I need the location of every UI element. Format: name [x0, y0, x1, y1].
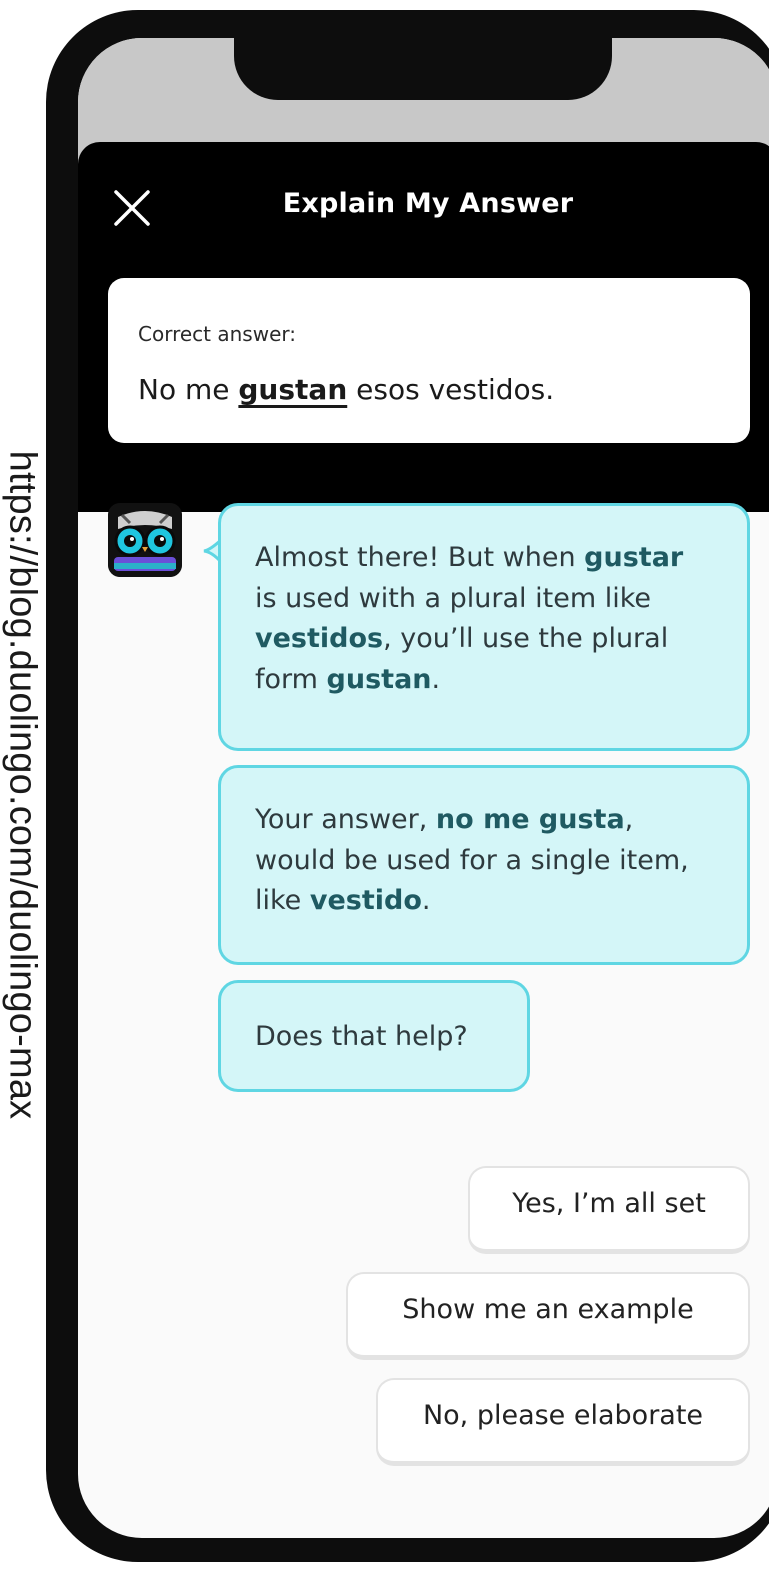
message-text: Does that help?: [255, 1021, 468, 1052]
chat-bubble-your-answer: Your answer, no me gusta, would be used …: [218, 765, 750, 965]
app-screen: Explain My Answer Correct answer: No me …: [78, 38, 769, 1538]
answer-prefix: No me: [138, 373, 239, 406]
owl-avatar-icon: [108, 503, 182, 577]
correct-answer-label: Correct answer:: [138, 322, 296, 346]
message-bold-text: gustan: [326, 663, 432, 695]
message-bold-text: vestidos: [255, 623, 384, 654]
show-example-button[interactable]: Show me an example: [346, 1272, 750, 1360]
message-text: .: [431, 663, 441, 695]
message-text: Your answer,: [255, 804, 436, 835]
chat-bubble-question: Does that help?: [218, 980, 530, 1092]
source-url-caption: https://blog.duolingo.com/duolingo-max: [1, 450, 44, 1120]
phone-notch: [234, 38, 612, 100]
message-bold-text: vestido: [309, 885, 422, 916]
chat-bubble-explanation: Almost there! But when gustar is used wi…: [218, 503, 750, 751]
message-text: Almost there! But when: [255, 542, 585, 573]
elaborate-button[interactable]: No, please elaborate: [376, 1378, 750, 1466]
page-title: Explain My Answer: [282, 188, 574, 219]
answer-highlight-word: gustan: [238, 373, 348, 406]
message-bold-text: no me gusta: [435, 804, 625, 835]
correct-answer-text: No me gustan esos vestidos.: [138, 373, 554, 406]
message-text: is used with a plural item like: [255, 582, 652, 614]
message-text: .: [421, 885, 431, 916]
all-set-button[interactable]: Yes, I’m all set: [468, 1166, 750, 1254]
correct-answer-card: Correct answer: No me gustan esos vestid…: [108, 278, 750, 443]
answer-suffix: esos vestidos.: [347, 373, 555, 406]
message-bold-text: gustar: [584, 542, 684, 573]
